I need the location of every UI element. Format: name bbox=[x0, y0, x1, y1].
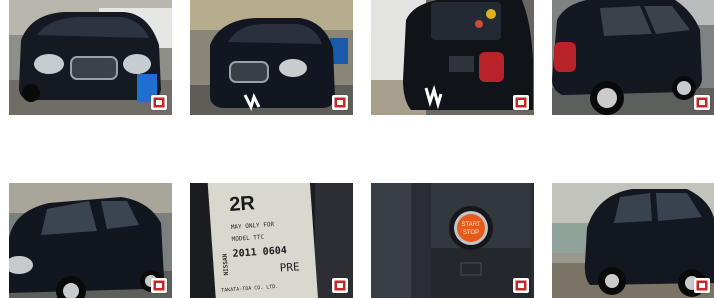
photo-thumb-6[interactable]: 2R NISSAN MAY ONLY FOR MODEL TTC 2011 06… bbox=[190, 183, 353, 298]
gallery-badge-icon bbox=[513, 278, 529, 293]
gallery-badge-icon bbox=[332, 278, 348, 293]
photo-thumb-5[interactable] bbox=[9, 183, 172, 298]
car-front-street-photo bbox=[190, 0, 353, 115]
car-front-photo bbox=[9, 0, 172, 115]
photo-thumb-8[interactable] bbox=[552, 183, 714, 298]
car-rear-side-photo bbox=[552, 0, 714, 115]
gallery-badge-icon bbox=[694, 278, 710, 293]
start-button-line1: START bbox=[461, 222, 480, 228]
gallery-badge-icon bbox=[151, 95, 167, 110]
car-rear-photo bbox=[371, 0, 534, 115]
photo-thumb-3[interactable] bbox=[371, 0, 534, 115]
photo-thumb-1[interactable] bbox=[9, 0, 172, 115]
seatbelt-label-photo: 2R NISSAN MAY ONLY FOR MODEL TTC 2011 06… bbox=[190, 183, 353, 298]
photo-thumb-4[interactable] bbox=[552, 0, 714, 115]
gallery-badge-icon bbox=[151, 278, 167, 293]
gallery-badge-icon bbox=[332, 95, 348, 110]
gallery-badge-icon bbox=[513, 95, 529, 110]
seatbelt-stamp: PRE bbox=[279, 260, 300, 274]
start-button-photo: START STOP bbox=[371, 183, 534, 298]
gallery-badge-icon bbox=[694, 95, 710, 110]
car-front-side-photo bbox=[9, 183, 172, 298]
start-button-line2: STOP bbox=[463, 230, 479, 236]
photo-thumb-7[interactable]: START STOP bbox=[371, 183, 534, 298]
car-side-profile-photo bbox=[552, 183, 714, 298]
photo-thumb-2[interactable] bbox=[190, 0, 353, 115]
seatbelt-code: 2R bbox=[229, 192, 257, 216]
